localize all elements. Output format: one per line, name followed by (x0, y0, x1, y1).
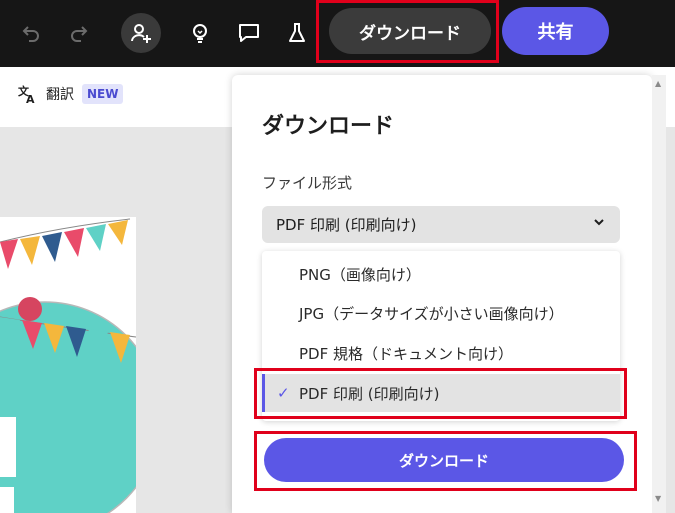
add-user-button[interactable] (121, 13, 161, 53)
download-button-highlight (254, 431, 637, 491)
chevron-down-icon (592, 215, 606, 233)
selected-option-highlight (254, 368, 627, 419)
canvas-area (0, 127, 232, 513)
new-badge: NEW (82, 84, 124, 104)
design-canvas[interactable] (0, 217, 136, 513)
format-option-label: PNG（画像向け） (299, 265, 421, 284)
comment-icon[interactable] (232, 16, 266, 50)
lightbulb-icon[interactable] (183, 16, 217, 50)
translate-icon: 文 A (18, 84, 35, 104)
party-design-graphic (0, 218, 136, 513)
scroll-down-icon[interactable]: ▼ (655, 494, 661, 503)
panel-title: ダウンロード (262, 114, 395, 139)
format-option-label: JPG（データサイズが小さい画像向け） (299, 304, 564, 323)
redo-icon[interactable] (62, 16, 96, 50)
translate-button[interactable]: 文 A 翻訳 NEW (18, 84, 124, 104)
undo-icon[interactable] (14, 16, 48, 50)
flask-icon[interactable] (280, 16, 314, 50)
format-option-pdf-standard[interactable]: PDF 規格（ドキュメント向け） (262, 334, 620, 372)
scroll-up-icon[interactable]: ▲ (655, 79, 661, 88)
download-toolbar-highlight (316, 0, 499, 63)
add-user-icon (131, 24, 151, 43)
svg-text:A: A (26, 93, 35, 104)
format-option-png[interactable]: PNG（画像向け） (262, 255, 620, 293)
file-format-selected-value: PDF 印刷 (印刷向け) (276, 216, 417, 234)
panel-scrollbar[interactable] (652, 75, 666, 513)
file-format-select[interactable]: PDF 印刷 (印刷向け) (262, 206, 620, 243)
share-label: 共有 (537, 22, 574, 43)
file-format-label: ファイル形式 (262, 174, 353, 192)
share-button[interactable]: 共有 (502, 7, 609, 55)
translate-label: 翻訳 (46, 87, 74, 103)
format-option-label: PDF 規格（ドキュメント向け） (299, 344, 513, 363)
format-option-jpg[interactable]: JPG（データサイズが小さい画像向け） (262, 294, 620, 332)
